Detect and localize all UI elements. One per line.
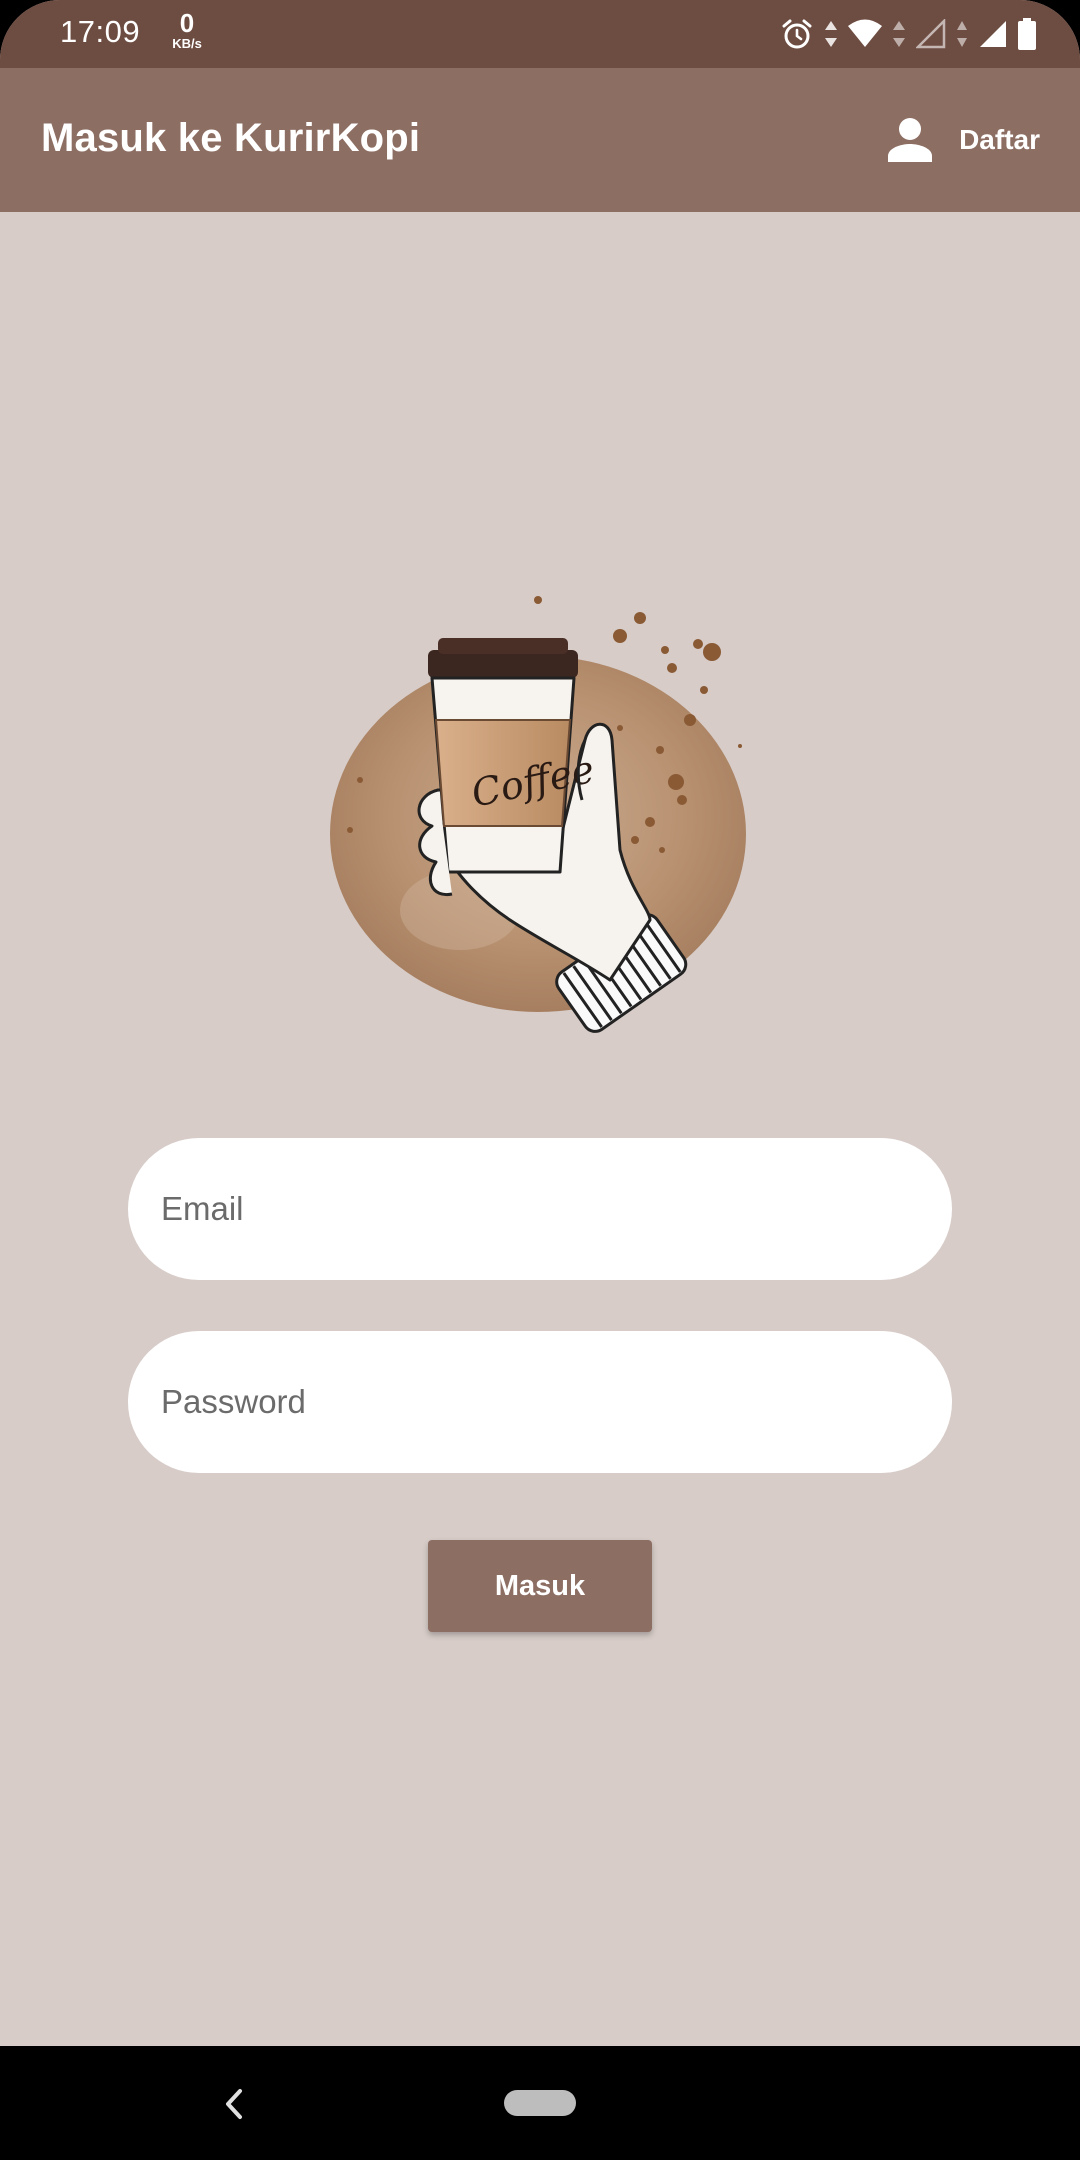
email-field[interactable] <box>128 1138 952 1280</box>
data-arrows-icon-2 <box>892 19 906 49</box>
password-input[interactable] <box>159 1382 952 1422</box>
alarm-icon <box>780 17 814 51</box>
signal-empty-icon <box>916 19 946 49</box>
status-time: 17:09 <box>60 14 141 49</box>
status-icons <box>780 14 1036 54</box>
password-field[interactable] <box>128 1331 952 1473</box>
network-speed-unit: KB/s <box>172 36 202 51</box>
data-arrows-icon-3 <box>956 19 968 49</box>
page-title: Masuk ke KurirKopi <box>41 116 421 160</box>
battery-icon <box>1018 18 1036 50</box>
coffee-illustration: Coffee <box>320 590 760 1040</box>
login-screen: 17:09 0 KB/s Masuk ke KurirKopi Daftar C… <box>0 0 1080 2160</box>
network-speed-value: 0 <box>179 8 195 38</box>
back-icon[interactable] <box>218 2084 248 2124</box>
status-bar: 17:09 0 KB/s <box>0 0 1080 68</box>
wifi-icon <box>848 19 882 49</box>
network-speed: 0 KB/s <box>166 10 208 50</box>
navigation-bar <box>0 2046 1080 2160</box>
data-arrows-icon <box>824 19 838 49</box>
app-bar: Masuk ke KurirKopi Daftar <box>0 68 1080 212</box>
home-pill-icon[interactable] <box>504 2090 576 2116</box>
email-input[interactable] <box>159 1189 952 1229</box>
login-button[interactable]: Masuk <box>428 1540 652 1632</box>
person-icon <box>887 117 933 163</box>
register-label: Daftar <box>959 124 1040 155</box>
signal-full-icon <box>978 19 1008 49</box>
register-button[interactable]: Daftar <box>887 112 1040 168</box>
